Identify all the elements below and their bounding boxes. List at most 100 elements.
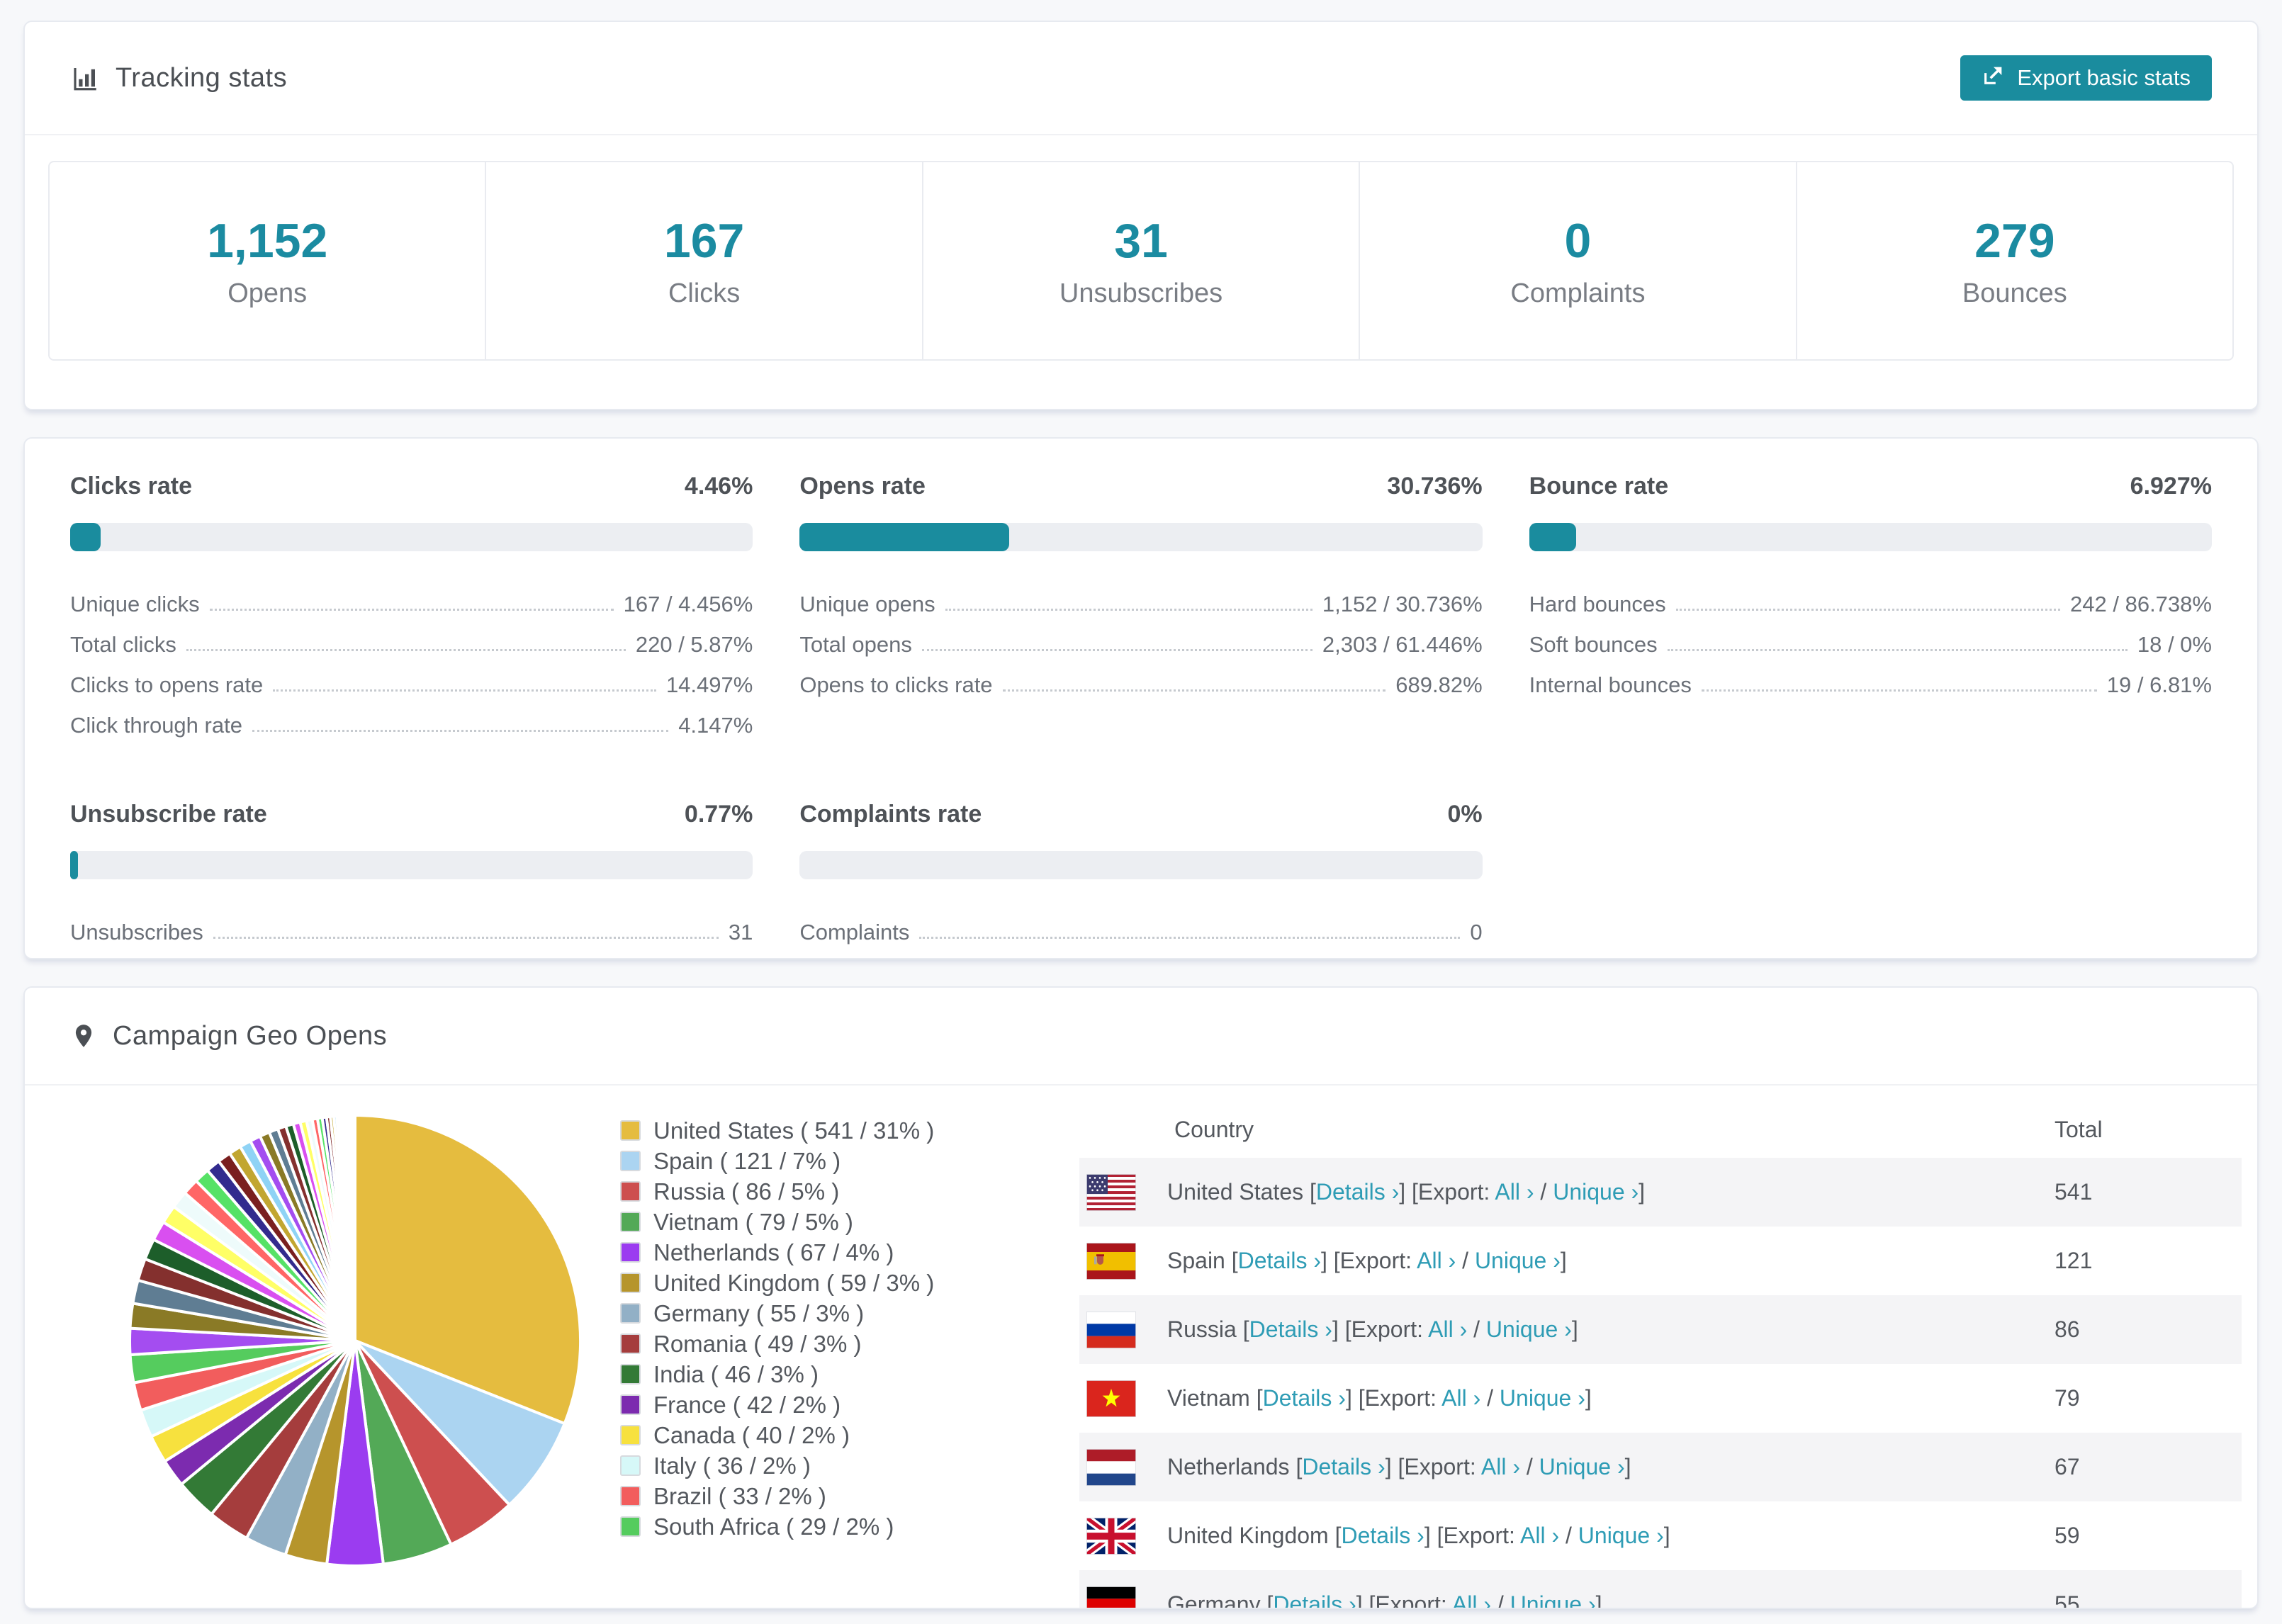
flag-vn-icon [1086,1380,1136,1417]
details-link[interactable]: Details › [1316,1179,1399,1205]
rate-value: 0% [1447,801,1483,828]
details-link[interactable]: Details › [1341,1523,1424,1548]
bracket-text: ] [1560,1248,1567,1273]
rate-title: Unsubscribe rate [70,801,267,828]
legend-swatch [620,1455,641,1476]
bar-chart-icon [70,63,100,93]
detail-label: Unique clicks [70,592,200,616]
rate-title: Opens rate [799,473,926,500]
detail-value: 220 / 5.87% [635,632,753,657]
country-cell: Germany [Details ›] [Export: All › / Uni… [1167,1591,2055,1608]
progress-bar-fill [1529,523,1577,551]
legend-label: India ( 46 / 3% ) [653,1360,819,1387]
export-unique-link[interactable]: Unique › [1578,1523,1664,1548]
export-all-link[interactable]: All › [1428,1316,1467,1342]
geo-pie-chart[interactable] [121,1107,589,1574]
bracket-text: ] [Export: [1332,1316,1429,1342]
progress-bar-track [799,523,1483,551]
legend-item: Germany ( 55 / 3% ) [620,1298,1079,1329]
export-all-link[interactable]: All › [1441,1385,1480,1411]
geo-pie-wrap [121,1107,589,1608]
country-cell: Russia [Details ›] [Export: All › / Uniq… [1167,1316,2055,1343]
detail-value: 31 [728,920,753,944]
country-cell: Netherlands [Details ›] [Export: All › /… [1167,1454,2055,1480]
legend-swatch [620,1273,641,1293]
export-unique-link[interactable]: Unique › [1510,1591,1596,1608]
legend-item: France ( 42 / 2% ) [620,1389,1079,1420]
detail-value: 167 / 4.456% [623,592,753,616]
flag-ru-icon [1086,1311,1136,1348]
legend-label: Canada ( 40 / 2% ) [653,1421,850,1448]
export-unique-link[interactable]: Unique › [1475,1248,1561,1273]
slash-text: / [1534,1179,1553,1205]
table-row: Germany [Details ›] [Export: All › / Uni… [1079,1570,2242,1608]
details-link[interactable]: Details › [1273,1591,1356,1608]
flag-es-icon [1086,1242,1136,1280]
export-all-link[interactable]: All › [1481,1454,1520,1479]
details-link[interactable]: Details › [1238,1248,1321,1273]
export-all-link[interactable]: All › [1495,1179,1534,1205]
table-header: Country Total [1079,1101,2242,1158]
country-cell: Vietnam [Details ›] [Export: All › / Uni… [1167,1385,2055,1411]
bracket-text: [ [1249,1385,1263,1411]
rate-detail-row: Soft bounces 18 / 0% [1529,617,2212,658]
legend-swatch [620,1394,641,1415]
legend-swatch [620,1486,641,1506]
detail-value: 19 / 6.81% [2106,672,2212,697]
total-cell: 79 [2055,1385,2080,1411]
stat-box: 1,152 Opens [50,162,485,359]
progress-bar-fill [70,523,101,551]
legend-label: South Africa ( 29 / 2% ) [653,1513,894,1540]
bracket-text: ] [Export: [1320,1248,1417,1273]
slash-text: / [1467,1316,1486,1342]
rate-detail-list: Hard bounces 242 / 86.738% Soft bounces … [1529,577,2212,698]
bracket-text: ] [Export: [1399,1179,1495,1205]
bracket-text: ] [Export: [1385,1454,1481,1479]
dotted-leader [186,649,626,651]
export-basic-stats-button[interactable]: Export basic stats [1960,55,2212,101]
slash-text: / [1519,1454,1539,1479]
rate-title: Bounce rate [1529,473,1669,500]
dotted-leader [1675,609,2061,611]
bracket-text: ] [1585,1385,1592,1411]
dotted-leader [209,609,614,611]
detail-label: Internal bounces [1529,672,1692,697]
progress-bar-track [70,523,753,551]
export-unique-link[interactable]: Unique › [1486,1316,1572,1342]
flag-us-icon [1086,1173,1136,1211]
detail-value: 18 / 0% [2137,632,2212,657]
legend-item: Italy ( 36 / 2% ) [620,1450,1079,1481]
progress-bar-track [799,851,1483,879]
legend-swatch [620,1333,641,1354]
rate-value: 4.46% [684,473,753,500]
export-unique-link[interactable]: Unique › [1553,1179,1639,1205]
flag-gb-icon [1086,1517,1136,1555]
total-cell: 59 [2055,1523,2080,1548]
rate-detail-row: Hard bounces 242 / 86.738% [1529,577,2212,617]
country-name: Netherlands [1167,1454,1290,1479]
stat-value: 0 [1564,213,1592,268]
rate-value: 30.736% [1387,473,1483,500]
country-cell: Spain [Details ›] [Export: All › / Uniqu… [1167,1248,2055,1274]
details-link[interactable]: Details › [1249,1316,1332,1342]
export-all-link[interactable]: All › [1520,1523,1559,1548]
export-all-link[interactable]: All › [1452,1591,1491,1608]
legend-label: United Kingdom ( 59 / 3% ) [653,1269,935,1296]
geo-table: Country Total United States [Details ›] … [1079,1101,2242,1608]
legend-item: United States ( 541 / 31% ) [620,1115,1079,1146]
geo-legend: United States ( 541 / 31% ) Spain ( 121 … [620,1115,1079,1608]
stat-label: Clicks [668,278,741,308]
export-all-link[interactable]: All › [1417,1248,1456,1273]
page-title: Tracking stats [116,62,288,93]
export-unique-link[interactable]: Unique › [1500,1385,1585,1411]
flag-nl-icon [1086,1448,1136,1486]
details-link[interactable]: Details › [1302,1454,1385,1479]
export-unique-link[interactable]: Unique › [1539,1454,1625,1479]
stat-value: 167 [663,213,745,268]
progress-bar-track [1529,523,2212,551]
total-cell: 67 [2055,1454,2080,1479]
export-button-label: Export basic stats [2017,65,2191,90]
details-link[interactable]: Details › [1263,1385,1346,1411]
bracket-text: ] [1639,1179,1646,1205]
legend-label: Brazil ( 33 / 2% ) [653,1482,826,1509]
